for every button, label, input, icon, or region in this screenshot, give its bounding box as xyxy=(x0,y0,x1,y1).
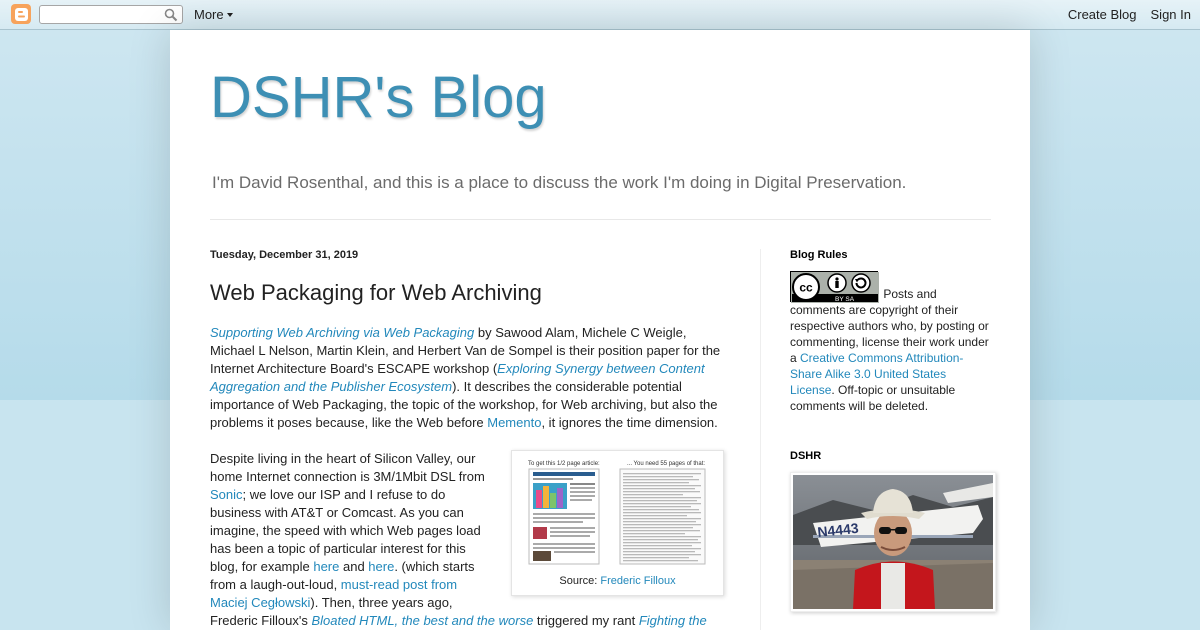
content-column: DSHR's Blog I'm David Rosenthal, and thi… xyxy=(170,30,1030,630)
post-figure: To get this 1/2 page article: ... You ne… xyxy=(511,450,724,596)
blog-rules-text: cc BY SA Posts and comments are copyrigh… xyxy=(790,271,990,414)
paper-link[interactable]: Supporting Web Archiving via Web Packagi… xyxy=(210,325,474,340)
here-link-1[interactable]: here xyxy=(313,559,339,574)
svg-text:cc: cc xyxy=(799,281,813,295)
blog-title[interactable]: DSHR's Blog xyxy=(210,64,547,131)
post-title[interactable]: Web Packaging for Web Archiving xyxy=(210,280,724,306)
blog-rules-heading: Blog Rules xyxy=(790,249,848,261)
cc-license-badge-icon[interactable]: cc BY SA xyxy=(790,271,879,303)
navbar: More Create Blog Sign In xyxy=(0,0,1200,30)
bloated-html-link[interactable]: Bloated HTML, the best and the worse xyxy=(311,613,533,628)
text: and xyxy=(339,559,369,574)
figure-caption: Source: Frederic Filloux xyxy=(520,572,715,590)
blogger-logo-icon[interactable] xyxy=(11,4,31,24)
main-column: Tuesday, December 31, 2019 Web Packaging… xyxy=(210,249,724,630)
cc-badge-text: BY SA xyxy=(835,296,855,303)
post-body: Supporting Web Archiving via Web Packagi… xyxy=(210,324,724,630)
dshr-heading: DSHR xyxy=(790,450,822,462)
search-input[interactable] xyxy=(40,6,158,23)
column-divider xyxy=(760,249,761,630)
more-menu-button[interactable]: More xyxy=(194,7,233,22)
create-blog-link[interactable]: Create Blog xyxy=(1068,7,1137,22)
more-label: More xyxy=(194,7,224,22)
search-icon[interactable] xyxy=(164,8,178,22)
header-divider xyxy=(210,219,991,220)
sidebar: Blog Rules cc BY SA Posts and comments a… xyxy=(790,249,996,612)
memento-link[interactable]: Memento xyxy=(487,415,541,430)
filloux-source-link[interactable]: Frederic Filloux xyxy=(600,575,675,587)
figure-right-label: ... You need 55 pages of that: xyxy=(627,461,705,467)
figure-image[interactable]: To get this 1/2 page article: ... You ne… xyxy=(520,457,715,566)
post-date: Tuesday, December 31, 2019 xyxy=(210,249,359,261)
text: triggered my rant xyxy=(533,613,639,628)
figure-left-label: To get this 1/2 page article: xyxy=(528,461,600,467)
here-link-2[interactable]: here xyxy=(368,559,394,574)
sign-in-link[interactable]: Sign In xyxy=(1151,7,1191,22)
search-box xyxy=(39,5,183,24)
text: Despite living in the heart of Silicon V… xyxy=(210,451,485,484)
author-photo[interactable]: N4443 xyxy=(790,472,996,612)
blog-description: I'm David Rosenthal, and this is a place… xyxy=(212,173,907,192)
sonic-link[interactable]: Sonic xyxy=(210,487,243,502)
chevron-down-icon xyxy=(226,13,233,17)
caption-prefix: Source: xyxy=(559,575,601,587)
text: , it ignores the time dimension. xyxy=(541,415,718,430)
post-paragraph: Supporting Web Archiving via Web Packagi… xyxy=(210,324,724,432)
